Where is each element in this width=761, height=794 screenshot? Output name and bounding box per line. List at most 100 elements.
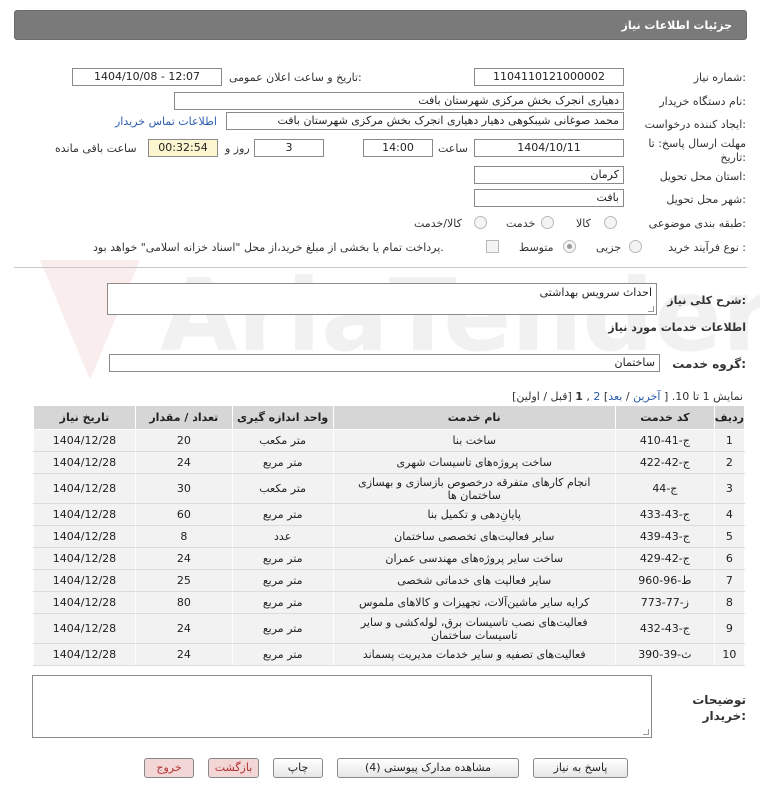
cell-qty: 80 xyxy=(134,591,233,614)
buyer-org-field: دهیاری انجرک بخش مرکزی شهرستان بافت xyxy=(174,92,624,110)
cell-name: فعالیت‌های تصفیه و سایر خدمات مدیریت پسم… xyxy=(332,643,616,666)
cell-qty: 60 xyxy=(134,503,233,526)
cell-code: ج-43-439 xyxy=(614,525,715,548)
days-label: روز و xyxy=(225,142,250,155)
attachments-button[interactable]: مشاهده مدارک پیوستی (4) xyxy=(337,758,519,778)
table-row: 4 ج-43-433 پایانِ‌دهی و تکمیل بنا متر مربع 6… xyxy=(33,503,746,526)
table-row: 3 ج-44 انجام کارهای متفرقه درخصوص بازسازی … xyxy=(33,473,746,504)
back-button[interactable]: بازگشت xyxy=(208,758,259,778)
deadline-label-date: تاریخ: xyxy=(720,151,746,164)
cell-row: 7 xyxy=(713,569,746,592)
col-qty: تعداد / مقدار xyxy=(134,405,233,430)
paging-prefix: نمایش 1 تا 10. [ xyxy=(663,390,743,403)
need-number-field: 1104110121000002 xyxy=(474,68,624,86)
services-table: ردیف کد خدمت نام خدمت واحد اندازه گیری ت… xyxy=(33,405,746,666)
province-field: کرمان xyxy=(474,166,624,184)
cell-date: 1404/12/28 xyxy=(33,547,136,570)
cell-unit: متر مربع xyxy=(231,569,334,592)
cell-unit: متر مربع xyxy=(231,451,334,474)
resize-handle[interactable] xyxy=(643,729,649,735)
buyer-notes-label: توضیحات xyxy=(692,693,746,707)
print-button[interactable]: چاپ xyxy=(273,758,323,778)
remaining-time-field: 00:32:54 xyxy=(148,139,218,157)
process-radio-medium[interactable] xyxy=(563,240,576,253)
cell-code: ج-43-433 xyxy=(614,503,715,526)
cell-qty: 8 xyxy=(134,525,233,548)
paging-last-link[interactable]: آخرین xyxy=(633,390,660,403)
cell-name: ساخت پروژه‌های تاسیسات شهری xyxy=(332,451,616,474)
cell-unit: متر مربع xyxy=(231,503,334,526)
table-row: 2 ج-42-422 ساخت پروژه‌های تاسیسات شهری متر … xyxy=(33,451,746,474)
cell-qty: 24 xyxy=(134,547,233,570)
province-label: استان محل تحویل: xyxy=(659,170,746,183)
table-row: 9 ج-43-432 فعالیت‌های نصب تاسیسات برق، لول… xyxy=(33,613,746,644)
cell-qty: 24 xyxy=(134,451,233,474)
paging-page-2[interactable]: 2 xyxy=(593,390,600,403)
col-code: کد خدمت xyxy=(614,405,715,430)
services-section-title: اطلاعات خدمات مورد نیاز xyxy=(608,321,746,334)
buyer-notes-field[interactable] xyxy=(32,675,652,738)
cell-name: ساخت بنا xyxy=(332,429,616,452)
cell-code: ط-96-960 xyxy=(614,569,715,592)
cell-date: 1404/12/28 xyxy=(33,613,136,644)
cell-row: 10 xyxy=(713,643,746,666)
cell-row: 3 xyxy=(713,473,746,504)
col-date: تاریخ نیاز xyxy=(33,405,136,430)
category-radio-service[interactable] xyxy=(541,216,554,229)
paging-page-1: 1 xyxy=(575,390,583,403)
service-group-label: گروه خدمت: xyxy=(672,357,746,371)
cell-code: ج-43-432 xyxy=(614,613,715,644)
contact-buyer-link[interactable]: اطلاعات تماس خریدار xyxy=(115,115,217,128)
exit-button[interactable]: خروج xyxy=(144,758,194,778)
cell-date: 1404/12/28 xyxy=(33,451,136,474)
cell-row: 8 xyxy=(713,591,746,614)
cell-row: 1 xyxy=(713,429,746,452)
days-field: 3 xyxy=(254,139,324,157)
table-row: 7 ط-96-960 سایر فعالیت های خدماتی شخصی متر … xyxy=(33,569,746,592)
process-radio-minor[interactable] xyxy=(629,240,642,253)
col-row: ردیف xyxy=(713,405,746,430)
reply-button[interactable]: پاسخ به نیاز xyxy=(533,758,628,778)
cell-code: ث-39-390 xyxy=(614,643,715,666)
cell-date: 1404/12/28 xyxy=(33,429,136,452)
payment-checkbox[interactable] xyxy=(486,240,499,253)
need-number-label: شماره نیاز: xyxy=(693,71,746,84)
paging-suffix: [قبل / اولین] xyxy=(512,390,572,403)
summary-text: احداث سرویس بهداشتی xyxy=(539,286,652,299)
table-header: ردیف کد خدمت نام خدمت واحد اندازه گیری ت… xyxy=(33,405,746,430)
service-group-field: ساختمان xyxy=(109,354,660,372)
cell-qty: 24 xyxy=(134,613,233,644)
paging: نمایش 1 تا 10. [ آخرین / بعد] 2 , 1 [قبل… xyxy=(512,390,743,403)
cell-code: ز-77-773 xyxy=(614,591,715,614)
cell-name: سایر فعالیت های خدماتی شخصی xyxy=(332,569,616,592)
deadline-label: مهلت ارسال پاسخ: تا xyxy=(648,137,746,150)
cell-date: 1404/12/28 xyxy=(33,525,136,548)
cell-unit: متر مکعب xyxy=(231,473,334,504)
cell-code: ج-44 xyxy=(614,473,715,504)
buyer-notes-label-2: خریدار: xyxy=(702,709,746,723)
cell-name: پایانِ‌دهی و تکمیل بنا xyxy=(332,503,616,526)
payment-note: پرداخت تمام یا بخشی از مبلغ خرید،از محل … xyxy=(93,241,444,254)
category-radio-goods[interactable] xyxy=(604,216,617,229)
creator-label: ایجاد کننده درخواست: xyxy=(644,118,746,131)
city-label: شهر محل تحویل: xyxy=(666,193,746,206)
paging-next-link[interactable]: بعد xyxy=(608,390,622,403)
cell-row: 2 xyxy=(713,451,746,474)
cell-unit: متر مربع xyxy=(231,613,334,644)
cell-row: 5 xyxy=(713,525,746,548)
cell-qty: 25 xyxy=(134,569,233,592)
cell-unit: متر مربع xyxy=(231,591,334,614)
col-unit: واحد اندازه گیری xyxy=(231,405,334,430)
category-option-goods: کالا xyxy=(576,217,591,230)
cell-date: 1404/12/28 xyxy=(33,643,136,666)
deadline-date-field: 1404/10/11 xyxy=(474,139,624,157)
process-label: نوع فرآیند خرید : xyxy=(668,241,746,254)
resize-handle[interactable] xyxy=(648,306,654,312)
category-label: طبقه بندی موضوعی: xyxy=(648,217,746,230)
cell-code: ج-41-410 xyxy=(614,429,715,452)
cell-date: 1404/12/28 xyxy=(33,569,136,592)
category-radio-goods-service[interactable] xyxy=(474,216,487,229)
cell-unit: عدد xyxy=(231,525,334,548)
process-option-minor: جزیی xyxy=(596,241,622,254)
cell-row: 4 xyxy=(713,503,746,526)
